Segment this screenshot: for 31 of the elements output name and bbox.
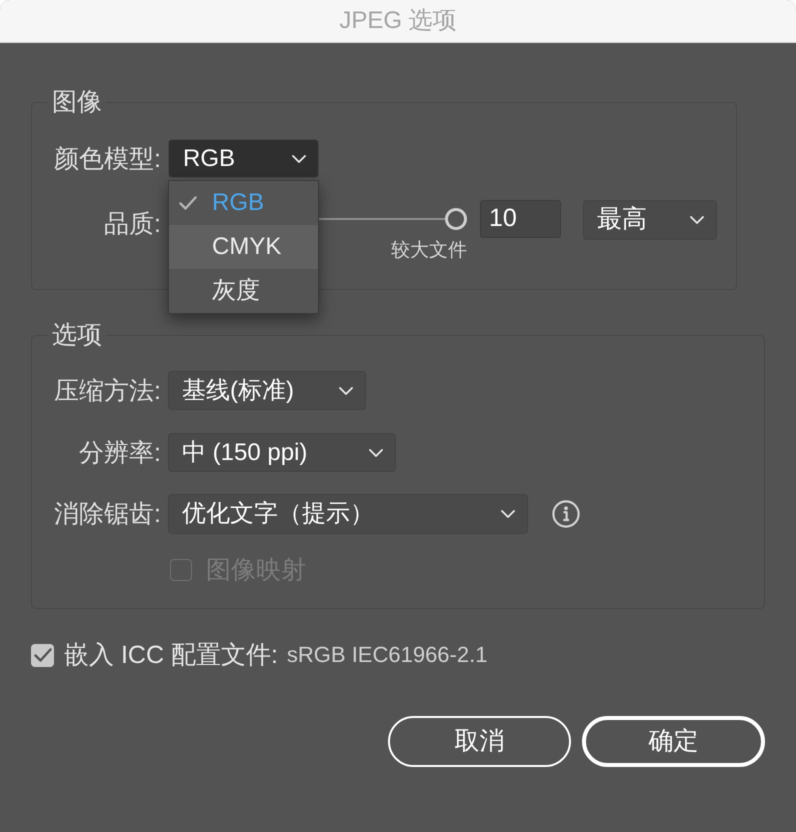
field-label: 消除锯齿: — [54, 499, 161, 529]
chevron-down-icon — [690, 216, 704, 224]
menu-item[interactable]: 灰度 — [169, 269, 318, 313]
chevron-down-icon — [369, 448, 383, 456]
quality-field[interactable]: 10 — [480, 200, 561, 238]
chevron-down-icon — [339, 386, 353, 394]
chevron-down-icon — [292, 154, 306, 162]
group-legend: 图像 — [48, 87, 106, 117]
field-label: 分辨率: — [79, 438, 161, 468]
dialog-button[interactable]: 确定 — [582, 716, 765, 767]
checkmark-icon — [179, 196, 197, 210]
dropdown-select[interactable]: 中 (150 ppi) — [168, 433, 396, 472]
slider-caption: 较大文件 — [391, 239, 467, 263]
field-label: 压缩方法: — [54, 376, 161, 406]
checkbox-label: 嵌入 ICC 配置文件: — [64, 640, 278, 670]
menu-item[interactable]: CMYK — [169, 225, 318, 269]
group-legend: 选项 — [48, 320, 106, 350]
window-title: JPEG 选项 — [339, 7, 457, 35]
chevron-down-icon — [501, 510, 515, 518]
profile-name: sRGB IEC61966-2.1 — [286, 641, 488, 669]
dropdown-select[interactable]: 基线(标准) — [168, 371, 366, 410]
quality-preset-select[interactable]: 最高 — [583, 200, 717, 240]
dialog-button[interactable]: 取消 — [388, 716, 571, 767]
field-label: 颜色模型: — [54, 144, 161, 174]
info-icon[interactable] — [552, 500, 580, 528]
field-label: 品质: — [104, 209, 161, 239]
checkmark-icon — [34, 648, 52, 662]
checkbox[interactable] — [31, 644, 54, 666]
dropdown-select[interactable]: 优化文字（提示） — [168, 494, 528, 534]
color-model-select[interactable]: RGB — [168, 139, 319, 178]
slider-thumb[interactable] — [445, 208, 467, 230]
